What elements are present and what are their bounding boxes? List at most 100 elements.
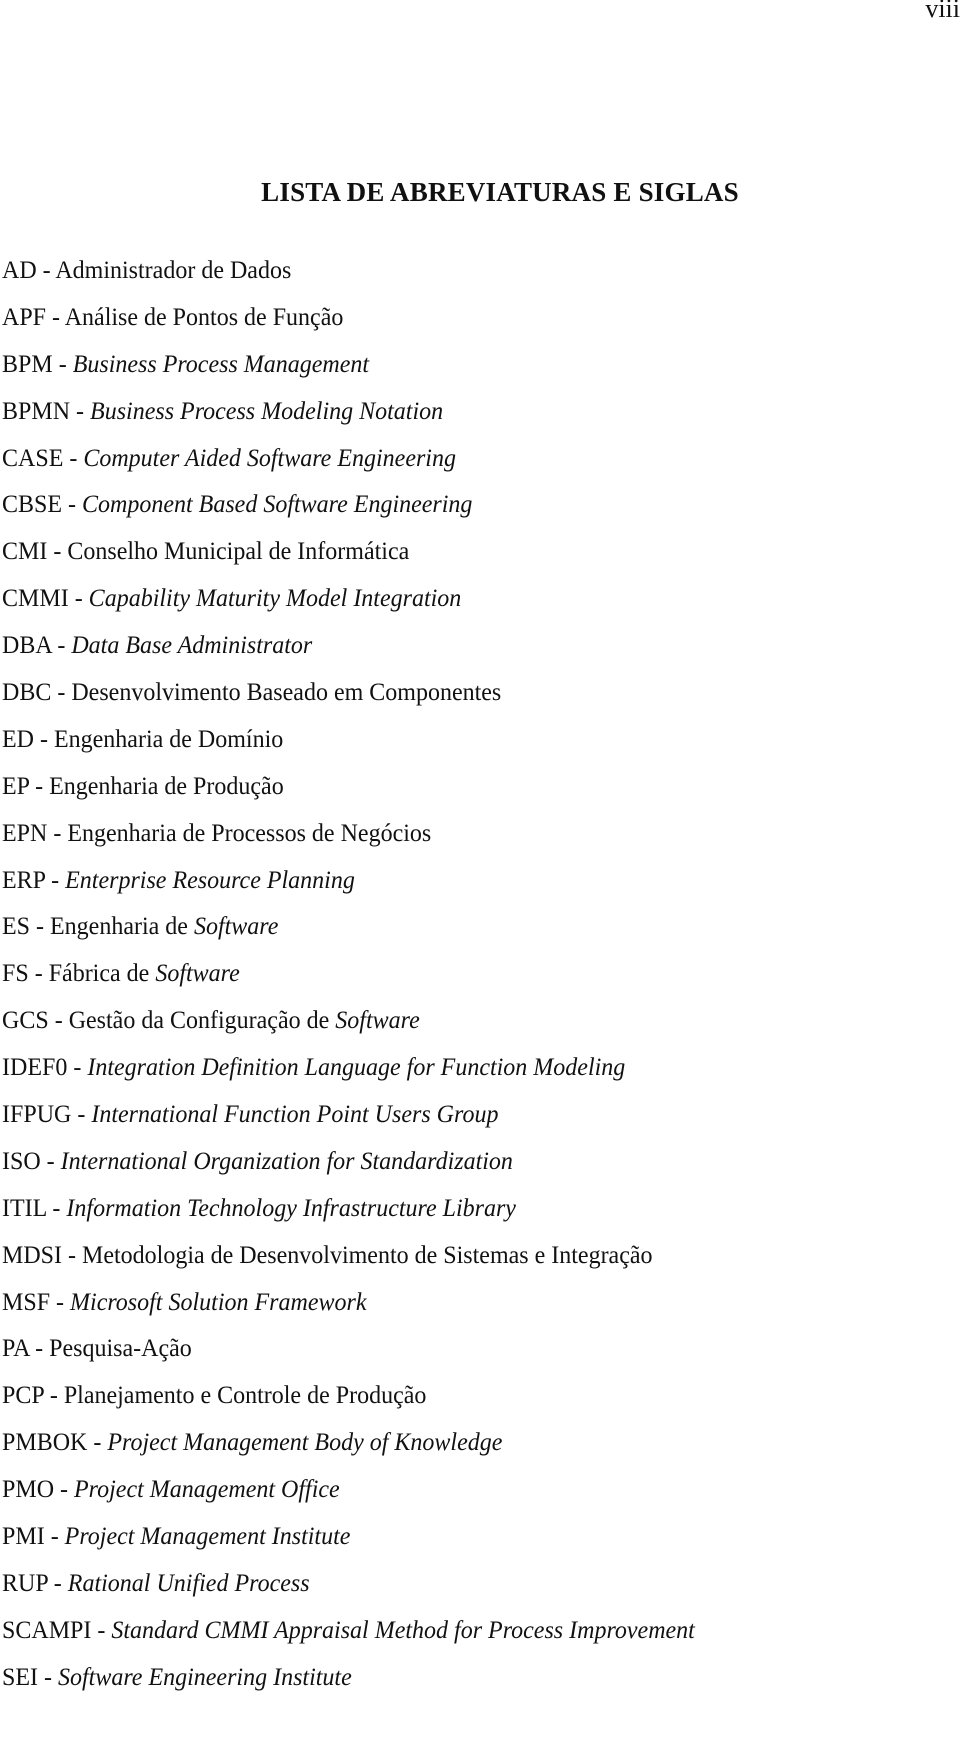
abbreviation-entry: EP - Engenharia de Produção (2, 769, 695, 816)
separator: - (63, 444, 84, 472)
acronym: SEI (2, 1663, 38, 1691)
abbreviation-entry: GCS - Gestão da Configuração de Software (2, 1003, 695, 1050)
separator: - (40, 1147, 61, 1175)
abbreviation-entry: SEI - Software Engineering Institute (2, 1660, 695, 1707)
definition: Computer Aided Software Engineering (83, 444, 456, 472)
definition: Metodologia de Desenvolvimento de Sistem… (82, 1241, 653, 1269)
definition: Engenharia de Produção (49, 772, 284, 800)
acronym: PMBOK (2, 1429, 88, 1457)
separator: - (54, 1476, 75, 1504)
definition: Project Management Office (74, 1476, 340, 1504)
abbreviation-entry: ERP - Enterprise Resource Planning (2, 863, 695, 910)
separator: - (70, 397, 91, 425)
separator: - (91, 1616, 112, 1644)
separator: - (33, 725, 54, 753)
separator: - (51, 679, 72, 707)
abbreviation-entry: ITIL - Information Technology Infrastruc… (2, 1191, 695, 1238)
acronym: EPN (2, 819, 48, 847)
acronym: DBA (2, 632, 52, 660)
abbreviation-entry: PA - Pesquisa-Ação (2, 1331, 695, 1378)
acronym: IDEF0 (2, 1054, 68, 1082)
definition: Microsoft Solution Framework (70, 1288, 367, 1316)
abbreviation-entry: CMMI - Capability Maturity Model Integra… (2, 581, 695, 628)
separator: - (36, 257, 56, 284)
abbreviation-entry: EPN - Engenharia de Processos de Negócio… (2, 816, 695, 863)
separator: - (29, 1335, 50, 1363)
definition: Information Technology Infrastructure Li… (66, 1194, 516, 1222)
separator: - (62, 491, 83, 519)
separator: - (87, 1429, 108, 1457)
acronym: BPMN (2, 397, 71, 425)
page-title: LISTA DE ABREVIATURAS E SIGLAS (261, 177, 739, 207)
separator: - (50, 1288, 71, 1316)
acronym: BPM (2, 350, 53, 378)
page-number: viii (925, 0, 960, 23)
definition: Data Base Administrator (71, 632, 313, 660)
separator: - (29, 772, 50, 800)
acronym: MSF (2, 1288, 51, 1316)
abbreviation-entry: DBA - Data Base Administrator (2, 628, 695, 675)
abbreviation-entry: APF - Análise de Pontos de Função (2, 300, 695, 347)
acronym: IFPUG (2, 1101, 72, 1129)
separator: - (68, 585, 89, 613)
acronym: GCS (2, 1007, 49, 1035)
abbreviation-entry: CBSE - Component Based Software Engineer… (2, 487, 695, 534)
abbreviation-entry: PMBOK - Project Management Body of Knowl… (2, 1425, 695, 1472)
acronym: ES (2, 913, 31, 941)
abbreviation-entry: CASE - Computer Aided Software Engineeri… (2, 441, 695, 488)
acronym: CASE (2, 444, 64, 472)
separator: - (28, 960, 49, 988)
acronym: PMI (2, 1523, 45, 1551)
acronym: PCP (2, 1382, 44, 1410)
separator: - (47, 819, 68, 847)
abbreviation-entry: IFPUG - International Function Point Use… (2, 1097, 695, 1144)
abbreviation-entry: CMI - Conselho Municipal de Informática (2, 534, 695, 581)
acronym: ERP (2, 866, 46, 894)
definition: Business Process Modeling Notation (90, 397, 444, 425)
abbreviation-entry: BPM - Business Process Management (2, 347, 695, 394)
acronym: RUP (2, 1569, 48, 1597)
abbreviation-entry: FS - Fábrica de Software (2, 956, 695, 1003)
definition: International Organization for Standardi… (60, 1147, 513, 1175)
separator: - (67, 1054, 88, 1082)
definition: Fábrica de (48, 960, 156, 988)
abbreviation-entry: SCAMPI - Standard CMMI Appraisal Method … (2, 1613, 695, 1660)
acronym: DBC (2, 679, 52, 707)
abbreviation-entry: ES - Engenharia de Software (2, 909, 695, 956)
definition: Software (155, 960, 240, 988)
separator: - (46, 303, 65, 331)
acronym: CBSE (2, 491, 63, 519)
definition: Capability Maturity Model Integration (88, 585, 462, 613)
acronym: SCAMPI (2, 1616, 92, 1644)
abbreviation-entry: PMO - Project Management Office (2, 1472, 695, 1519)
definition: Análise de Pontos de Função (64, 303, 344, 331)
acronym: CMI (2, 538, 48, 566)
definition: Engenharia de Processos de Negócios (67, 819, 432, 847)
definition: Software Engineering Institute (57, 1663, 352, 1691)
abbreviation-entry: MDSI - Metodologia de Desenvolvimento de… (2, 1238, 695, 1285)
abbreviation-entry: ISO - International Organization for Sta… (2, 1144, 695, 1191)
definition: Conselho Municipal de Informática (67, 538, 410, 566)
definition: Engenharia de (50, 913, 194, 941)
definition: Planejamento e Controle de Produção (63, 1382, 427, 1410)
definition: Standard CMMI Appraisal Method for Proce… (111, 1616, 695, 1644)
acronym: ED (2, 725, 34, 753)
separator: - (43, 1382, 64, 1410)
abbreviation-entry: MSF - Microsoft Solution Framework (2, 1285, 695, 1332)
definition: Software (335, 1007, 420, 1035)
definition: Desenvolvimento Baseado em Componentes (71, 679, 502, 707)
abbreviation-entry: AD - Administrador de Dados (2, 253, 695, 300)
separator: - (52, 350, 73, 378)
separator: - (46, 1194, 67, 1222)
acronym: MDSI (2, 1241, 63, 1269)
abbreviation-entry: DBC - Desenvolvimento Baseado em Compone… (2, 675, 695, 722)
abbreviation-entry: PMI - Project Management Institute (2, 1519, 695, 1566)
acronym: ITIL (2, 1194, 47, 1222)
separator: - (47, 1569, 68, 1597)
separator: - (62, 1241, 83, 1269)
separator: - (48, 1007, 69, 1035)
acronym: FS (2, 960, 29, 988)
definition: Enterprise Resource Planning (65, 866, 355, 894)
separator: - (51, 632, 72, 660)
abbreviation-entry: RUP - Rational Unified Process (2, 1566, 695, 1613)
